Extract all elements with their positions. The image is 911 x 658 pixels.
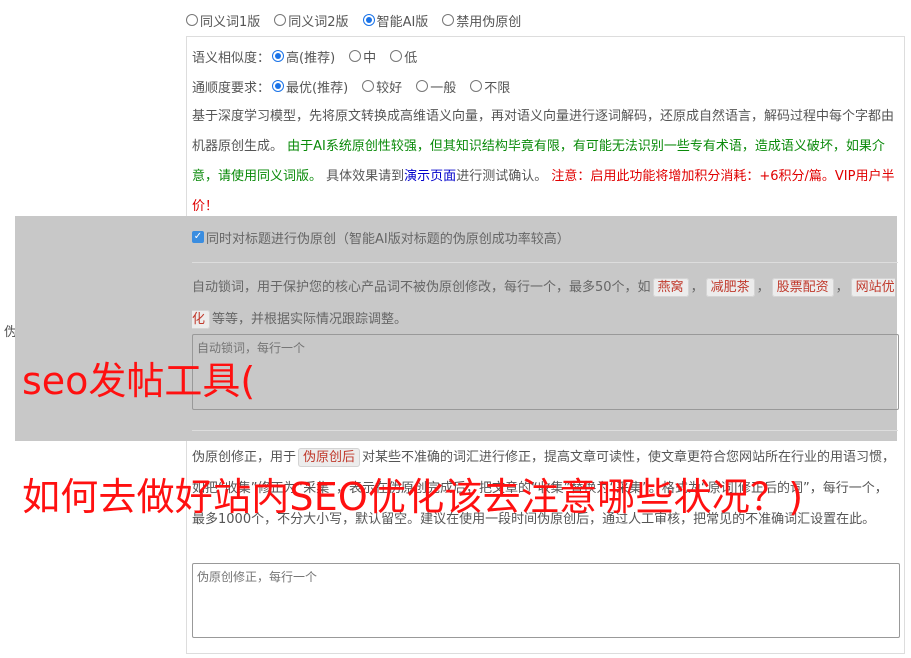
radio-icon[interactable] [390, 50, 403, 62]
fluency-label: 通顺度要求： [192, 80, 271, 96]
fluency-row: 通顺度要求： 最优(推荐) 较好 一般 不限 [192, 76, 524, 96]
checkbox-checked-icon[interactable]: ✓ [192, 231, 204, 243]
overlay-title-line-2: 如何去做好站内SEO优化该去注意哪些状况？) [22, 475, 804, 519]
mode-option-ai[interactable]: 智能AI版 [362, 11, 428, 30]
fluency-any[interactable]: 不限 [470, 77, 510, 96]
mode-option-synonym-2[interactable]: 同义词2版 [274, 11, 349, 30]
correction-input[interactable] [192, 563, 900, 638]
fluency-good[interactable]: 较好 [362, 77, 402, 96]
title-rewrite-label: 同时对标题进行伪原创（智能AI版对标题的伪原创成功率较高） [206, 231, 570, 247]
radio-icon[interactable] [416, 80, 429, 92]
mode-radio-group: 同义词1版 同义词2版 智能AI版 禁用伪原创 [186, 10, 535, 30]
similarity-high[interactable]: 高(推荐) [272, 47, 335, 66]
demo-page-link[interactable]: 演示页面 [404, 169, 456, 184]
lock-words-description: 自动锁词，用于保护您的核心产品词不被伪原创修改，每行一个，最多50个，如 燕窝，减… [192, 278, 895, 329]
similarity-low[interactable]: 低 [390, 47, 417, 66]
radio-icon[interactable] [274, 14, 287, 26]
divider [192, 262, 898, 263]
fluency-normal[interactable]: 一般 [416, 77, 456, 96]
after-rewrite-tag: 伪原创后 [298, 448, 361, 467]
similarity-label: 语义相似度： [192, 50, 271, 66]
example-tag: 减肥茶 [705, 278, 755, 297]
divider [192, 430, 898, 431]
radio-icon[interactable] [442, 14, 455, 26]
radio-selected-icon[interactable] [272, 50, 285, 62]
example-tag: 燕窝 [652, 278, 689, 297]
lock-words-input[interactable] [192, 334, 899, 410]
mode-option-disable[interactable]: 禁用伪原创 [442, 11, 521, 30]
fluency-best[interactable]: 最优(推荐) [272, 77, 348, 96]
radio-icon[interactable] [362, 80, 375, 92]
title-rewrite-checkbox-row[interactable]: ✓ 同时对标题进行伪原创（智能AI版对标题的伪原创成功率较高） [192, 228, 570, 247]
similarity-medium[interactable]: 中 [349, 47, 376, 66]
mode-option-synonym-1[interactable]: 同义词1版 [186, 11, 260, 30]
ai-description: 基于深度学习模型，先将原文转换成高维语义向量，再对语义向量进行逐词解码，还原成自… [192, 109, 895, 214]
overlay-title-line-1: seo发帖工具( [22, 359, 256, 403]
similarity-row: 语义相似度： 高(推荐) 中 低 [192, 46, 431, 66]
radio-selected-icon[interactable] [362, 14, 375, 26]
radio-icon[interactable] [470, 80, 483, 92]
radio-icon[interactable] [186, 14, 198, 26]
example-tag: 股票配资 [771, 278, 834, 297]
radio-icon[interactable] [349, 50, 362, 62]
radio-selected-icon[interactable] [272, 80, 285, 92]
